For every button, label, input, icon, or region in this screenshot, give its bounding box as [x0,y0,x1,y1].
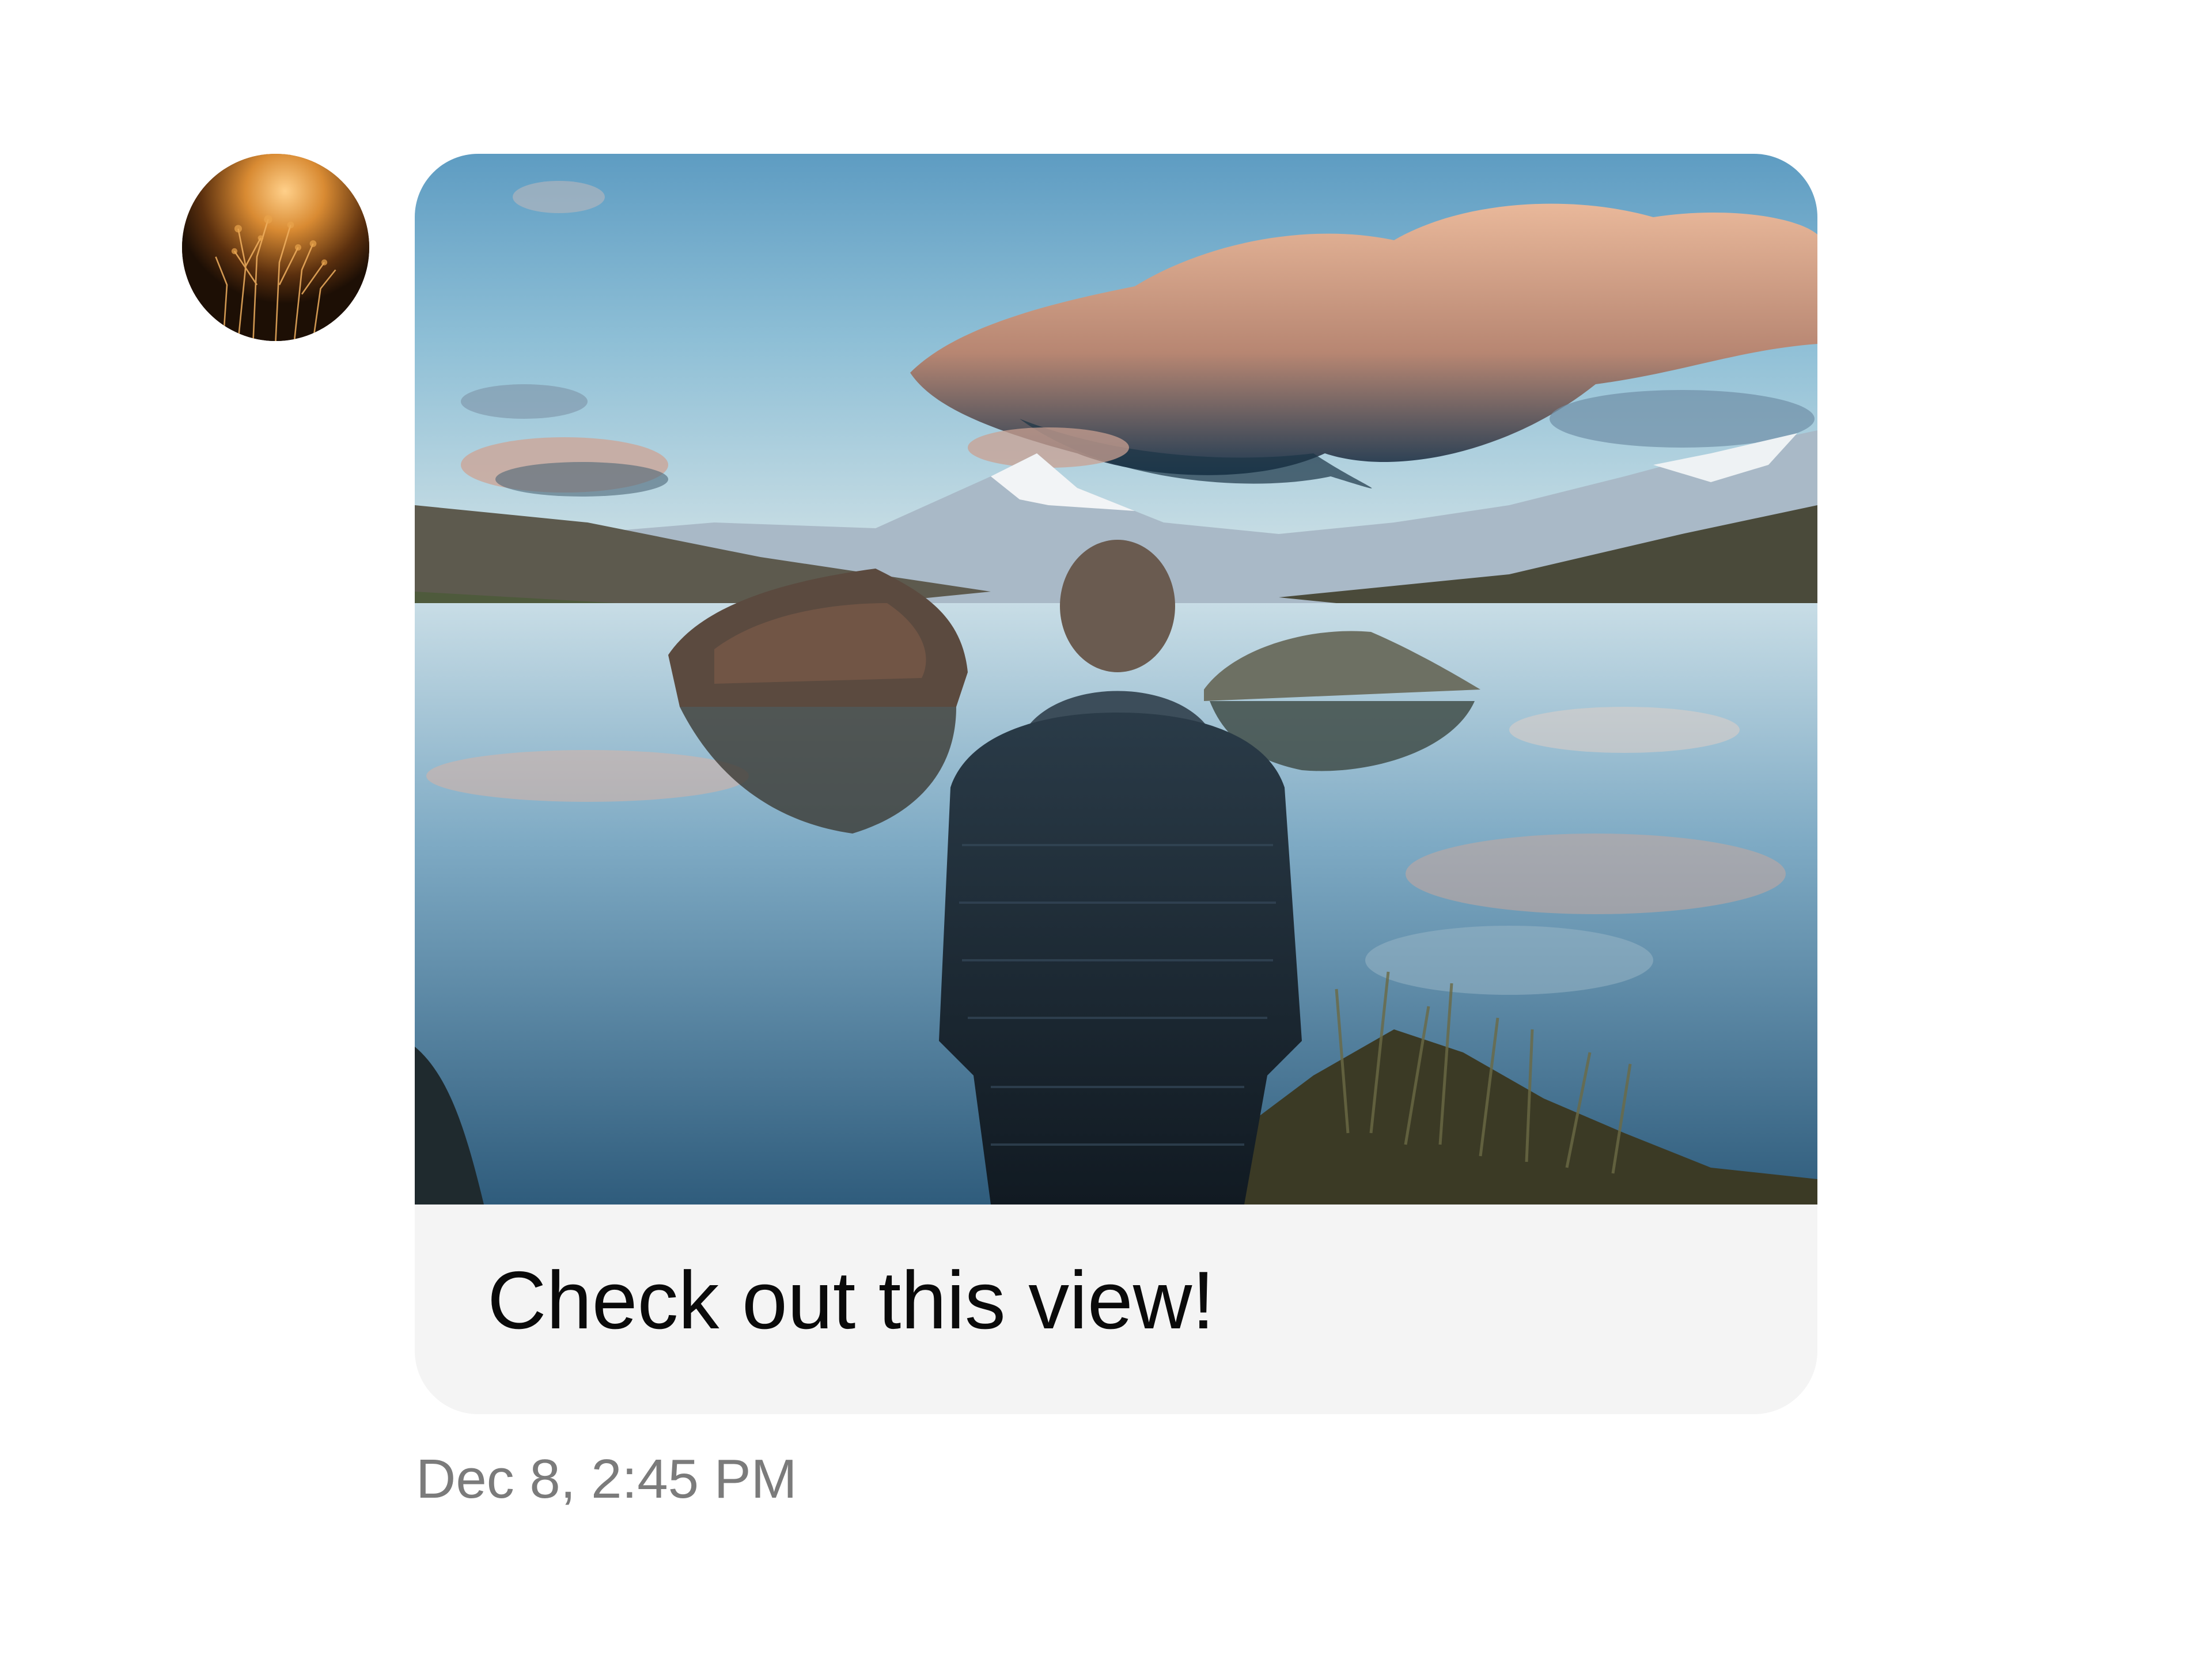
message-bubble[interactable]: Check out this view! [415,154,1817,1414]
avatar-image [182,154,369,341]
message-timestamp: Dec 8, 2:45 PM [416,1448,797,1510]
sender-avatar[interactable] [182,154,369,341]
photo-attachment[interactable] [415,154,1817,1205]
message-caption: Check out this view! [487,1255,1215,1346]
landscape-photo [415,154,1817,1205]
message-row: Check out this view! Dec 8, 2:45 PM [0,0,2212,1659]
